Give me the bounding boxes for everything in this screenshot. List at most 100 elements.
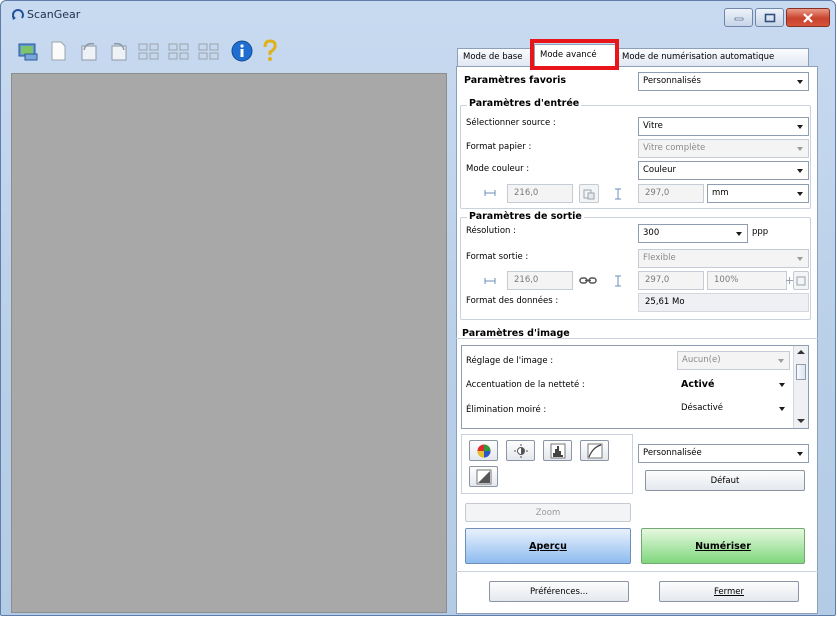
histogram-button[interactable] xyxy=(543,440,572,461)
scan-icon xyxy=(18,43,38,61)
zoom-button[interactable]: Zoom xyxy=(465,503,631,522)
close-window-button[interactable] xyxy=(786,8,830,27)
rotate-right-icon xyxy=(111,42,127,61)
scale-value: 100% xyxy=(714,275,739,285)
descreen-label: Élimination moiré : xyxy=(466,405,547,415)
toolbar-grid-button[interactable] xyxy=(166,38,192,64)
toolbar-blank-button[interactable] xyxy=(45,38,71,64)
link-icon xyxy=(579,277,597,284)
data-size-field: 25,61 Mo xyxy=(638,293,809,312)
paper-size-select[interactable]: Vitre complète xyxy=(638,139,809,158)
blank-page-icon xyxy=(51,41,66,61)
color-mode-select[interactable]: Couleur xyxy=(638,161,809,180)
toolbar-multi-crop-button[interactable] xyxy=(196,38,222,64)
reset-scale-button[interactable] xyxy=(793,271,809,290)
chevron-down-icon xyxy=(797,147,803,151)
favorites-select[interactable]: Personnalisés xyxy=(638,72,809,91)
window-title: ScanGear xyxy=(27,8,81,21)
multi-crop-icon xyxy=(198,43,219,60)
app-icon xyxy=(12,9,24,20)
paper-size-label: Format papier : xyxy=(466,142,532,152)
preferences-button[interactable]: Préférences... xyxy=(489,581,629,602)
resolution-unit: ppp xyxy=(752,227,769,237)
swap-icon xyxy=(583,189,595,199)
output-width-field[interactable]: 216,0 xyxy=(507,271,573,290)
scangear-window: ScanGear Mode de base Mode avancé Mode d… xyxy=(0,0,836,616)
brightness-button[interactable] xyxy=(506,440,535,461)
chevron-down-icon xyxy=(797,257,803,261)
output-settings-title: Paramètres de sortie xyxy=(467,211,584,222)
color-preset-select[interactable]: Personnalisée xyxy=(638,444,809,463)
preview-button[interactable]: Aperçu xyxy=(465,528,631,564)
swap-orientation-button[interactable] xyxy=(579,184,599,203)
minimize-button[interactable] xyxy=(724,8,753,27)
resolution-label: Résolution : xyxy=(466,226,516,236)
threshold-button[interactable] xyxy=(469,466,498,487)
maximize-icon xyxy=(764,13,775,22)
scale-field[interactable]: 100% xyxy=(707,271,787,290)
height-icon xyxy=(615,188,621,200)
brightness-icon xyxy=(513,443,528,458)
default-button[interactable]: Défaut xyxy=(645,470,805,491)
tab-basic-mode[interactable]: Mode de base xyxy=(457,48,536,66)
paper-size-value: Vitre complète xyxy=(643,143,706,153)
output-format-value: Flexible xyxy=(643,253,676,263)
tab-auto-scan-mode[interactable]: Mode de numérisation automatique xyxy=(616,48,809,66)
tone-curve-icon xyxy=(587,443,602,458)
thumbnail-view-icon xyxy=(138,43,159,60)
source-label: Sélectionner source : xyxy=(466,118,556,128)
source-select[interactable]: Vitre xyxy=(638,117,809,136)
help-icon xyxy=(263,39,277,61)
width-icon xyxy=(484,190,496,196)
rotate-left-icon xyxy=(81,42,97,61)
input-height-field[interactable]: 297,0 xyxy=(638,184,704,203)
scroll-thumb[interactable] xyxy=(796,364,806,380)
image-adjust-select[interactable]: Aucun(e) xyxy=(677,351,790,370)
image-settings-scrollbar[interactable] xyxy=(793,346,808,428)
threshold-icon xyxy=(476,469,491,484)
output-format-label: Format sortie : xyxy=(466,252,529,262)
chevron-down-icon xyxy=(797,192,803,196)
toolbar-rotate-left-button[interactable] xyxy=(77,38,103,64)
scan-button[interactable]: Numériser xyxy=(641,528,805,564)
source-value: Vitre xyxy=(643,121,663,131)
toolbar-help-button[interactable] xyxy=(257,38,283,64)
close-button[interactable]: Fermer xyxy=(659,581,799,602)
input-settings-title: Paramètres d'entrée xyxy=(467,98,582,109)
maximize-button[interactable] xyxy=(755,8,784,27)
color-preset-value: Personnalisée xyxy=(643,448,702,458)
info-icon xyxy=(231,40,253,62)
toolbar-scan-button[interactable] xyxy=(15,38,41,64)
color-mode-label: Mode couleur : xyxy=(466,164,530,174)
favorites-value: Personnalisés xyxy=(643,76,701,86)
scroll-up-icon xyxy=(797,350,805,354)
unit-value: mm xyxy=(712,188,729,198)
resolution-select[interactable]: 300 xyxy=(638,224,748,243)
minimize-icon xyxy=(734,17,743,20)
toolbar-rotate-right-button[interactable] xyxy=(105,38,131,64)
image-adjust-value: Aucun(e) xyxy=(682,355,721,365)
toolbar-thumbnail-button[interactable] xyxy=(136,38,162,64)
toolbar-info-button[interactable] xyxy=(229,38,255,64)
descreen-select[interactable]: Désactivé xyxy=(677,400,790,419)
output-height-field[interactable]: 297,0 xyxy=(638,271,704,290)
reset-icon xyxy=(796,276,806,285)
tone-curve-button[interactable] xyxy=(580,440,609,461)
chevron-down-icon xyxy=(778,359,784,363)
grid-view-icon xyxy=(168,43,189,60)
preview-area[interactable] xyxy=(11,73,447,613)
chevron-down-icon xyxy=(797,169,803,173)
sharpen-label: Accentuation de la netteté : xyxy=(466,380,585,390)
unit-select[interactable]: mm xyxy=(707,184,809,203)
close-icon xyxy=(803,12,813,23)
histogram-icon xyxy=(550,443,565,458)
chevron-down-icon xyxy=(779,383,785,387)
height-icon xyxy=(615,275,621,287)
color-balance-icon xyxy=(477,444,490,457)
input-width-field[interactable]: 216,0 xyxy=(507,184,573,203)
output-format-select[interactable]: Flexible xyxy=(638,249,809,268)
width-icon xyxy=(484,278,496,284)
sharpen-select[interactable]: Activé xyxy=(677,376,790,395)
data-size-label: Format des données : xyxy=(466,296,559,306)
saturation-button[interactable] xyxy=(469,440,498,461)
